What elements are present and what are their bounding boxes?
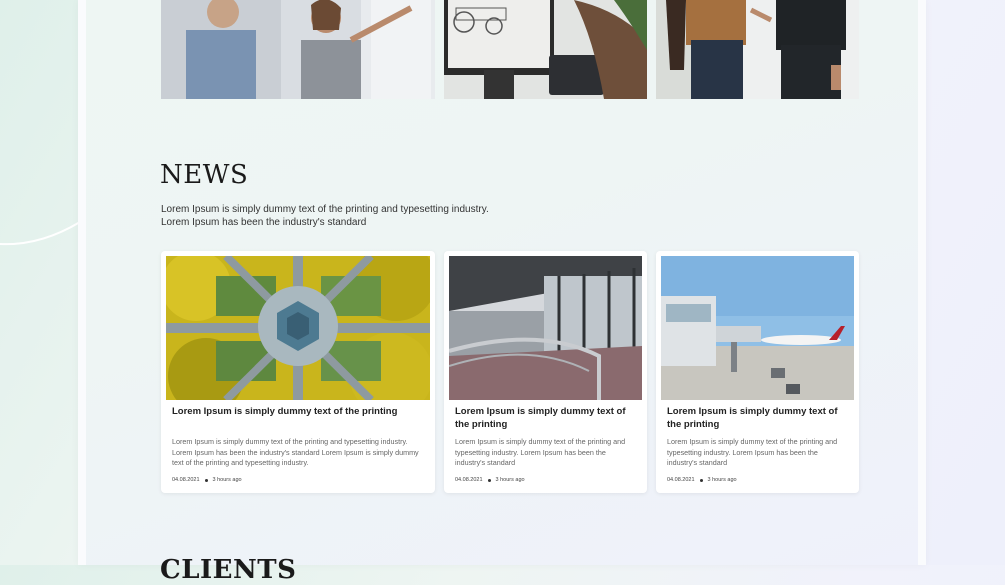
news-card-date: 04.08.2021 (455, 477, 483, 483)
office-presentation-image (161, 0, 435, 99)
news-card-meta: 04.08.2021 3 hours ago (455, 477, 525, 483)
news-card-excerpt: Lorem Ipsum is simply dummy text of the … (172, 437, 419, 467)
news-card-time-ago: 3 hours ago (707, 477, 737, 483)
news-card-image-airport (661, 256, 854, 400)
news-card-title[interactable]: Lorem Ipsum is simply dummy text of the … (455, 405, 637, 431)
separator-dot-icon (204, 478, 208, 482)
news-card-excerpt: Lorem Ipsum is simply dummy text of the … (667, 437, 838, 467)
news-card-time-ago: 3 hours ago (495, 477, 525, 483)
page-container: NEWS Lorem Ipsum is simply dummy text of… (78, 0, 926, 585)
news-description: Lorem Ipsum is simply dummy text of the … (161, 203, 521, 229)
news-description-line-2: Lorem Ipsum has been the industry's stan… (161, 217, 367, 228)
separator-dot-icon (487, 478, 491, 482)
news-card[interactable]: Lorem Ipsum is simply dummy text of the … (444, 251, 647, 493)
news-heading: NEWS (160, 160, 249, 190)
news-card-meta: 04.08.2021 3 hours ago (172, 477, 242, 483)
news-card-title[interactable]: Lorem Ipsum is simply dummy text of the … (172, 405, 425, 418)
news-card-date: 04.08.2021 (172, 477, 200, 483)
page-content: NEWS Lorem Ipsum is simply dummy text of… (86, 0, 918, 585)
news-card-date: 04.08.2021 (667, 477, 695, 483)
news-card-meta: 04.08.2021 3 hours ago (667, 477, 737, 483)
news-card-title[interactable]: Lorem Ipsum is simply dummy text of the … (667, 405, 849, 431)
team-discussion-image (656, 0, 859, 99)
engineering-monitor-image (444, 0, 647, 99)
news-card-excerpt: Lorem Ipsum is simply dummy text of the … (455, 437, 626, 467)
decorative-curve (0, 221, 81, 246)
news-card-image-park (166, 256, 430, 400)
clients-heading: CLIENTS (160, 555, 297, 585)
news-description-line-1: Lorem Ipsum is simply dummy text of the … (161, 204, 489, 215)
news-card[interactable]: Lorem Ipsum is simply dummy text of the … (161, 251, 435, 493)
news-card-time-ago: 3 hours ago (212, 477, 242, 483)
news-card-image-building (449, 256, 642, 400)
news-card[interactable]: Lorem Ipsum is simply dummy text of the … (656, 251, 859, 493)
separator-dot-icon (699, 478, 703, 482)
